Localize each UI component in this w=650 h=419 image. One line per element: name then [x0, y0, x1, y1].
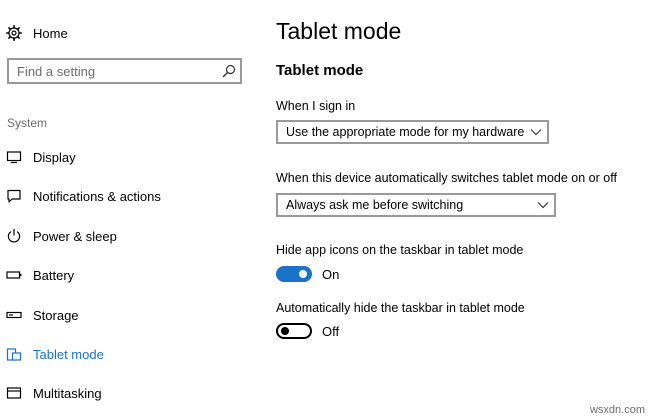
toggle-state-label: Off — [322, 323, 340, 339]
settings-content: Tablet mode Tablet mode When I sign in U… — [255, 0, 650, 419]
sidebar-item-battery[interactable]: Battery — [0, 263, 255, 287]
sidebar-item-label: Multitasking — [33, 385, 102, 401]
settings-sidebar: Home System Display — [0, 0, 255, 419]
sidebar-item-label: Power & sleep — [33, 228, 117, 244]
signin-mode-dropdown[interactable]: Use the appropriate mode for my hardware — [276, 120, 549, 144]
hide-taskbar-label: Automatically hide the taskbar in tablet… — [276, 301, 525, 315]
sidebar-item-notifications[interactable]: Notifications & actions — [0, 184, 255, 208]
sidebar-item-label: Tablet mode — [33, 346, 104, 362]
search-input[interactable] — [9, 60, 218, 82]
hide-icons-label: Hide app icons on the taskbar in tablet … — [276, 243, 524, 257]
page-title: Tablet mode — [276, 18, 402, 44]
search-icon[interactable] — [218, 60, 240, 82]
sidebar-item-tablet-mode[interactable]: Tablet mode — [0, 342, 255, 366]
dropdown-value: Always ask me before switching — [286, 198, 464, 212]
sidebar-item-label: Display — [33, 149, 76, 165]
sidebar-item-multitasking[interactable]: Multitasking — [0, 381, 255, 405]
chevron-down-icon — [525, 122, 547, 142]
search-box — [7, 58, 242, 84]
home-nav-item[interactable]: Home — [6, 22, 68, 44]
battery-icon — [6, 267, 22, 283]
hide-taskbar-toggle[interactable] — [276, 323, 312, 339]
sidebar-item-label: Battery — [33, 267, 75, 283]
sidebar-item-storage[interactable]: Storage — [0, 303, 255, 327]
sidebar-item-label: Notifications & actions — [33, 188, 161, 204]
switch-prompt-dropdown[interactable]: Always ask me before switching — [276, 193, 556, 217]
multitasking-icon — [6, 385, 22, 401]
switch-label: When this device automatically switches … — [276, 171, 617, 185]
toggle-knob — [299, 270, 307, 278]
signin-label: When I sign in — [276, 99, 356, 113]
hide-icons-toggle-row: On — [276, 263, 339, 285]
watermark-text: wsxdn.com — [589, 404, 645, 416]
notifications-icon — [6, 188, 22, 204]
gear-icon — [6, 25, 22, 41]
sidebar-item-power-sleep[interactable]: Power & sleep — [0, 224, 255, 248]
hide-icons-toggle[interactable] — [276, 266, 312, 282]
system-section-label: System — [7, 116, 48, 130]
home-label: Home — [33, 25, 68, 41]
power-icon — [6, 228, 22, 244]
toggle-state-label: On — [322, 266, 340, 282]
hide-taskbar-toggle-row: Off — [276, 320, 339, 342]
display-icon — [6, 149, 22, 165]
sidebar-item-label: Storage — [33, 307, 79, 323]
section-title: Tablet mode — [276, 62, 364, 79]
storage-icon — [6, 307, 22, 323]
tablet-mode-icon — [6, 346, 22, 362]
dropdown-value: Use the appropriate mode for my hardware — [286, 125, 525, 139]
chevron-down-icon — [532, 195, 554, 215]
toggle-knob — [281, 327, 289, 335]
sidebar-item-display[interactable]: Display — [0, 145, 255, 169]
